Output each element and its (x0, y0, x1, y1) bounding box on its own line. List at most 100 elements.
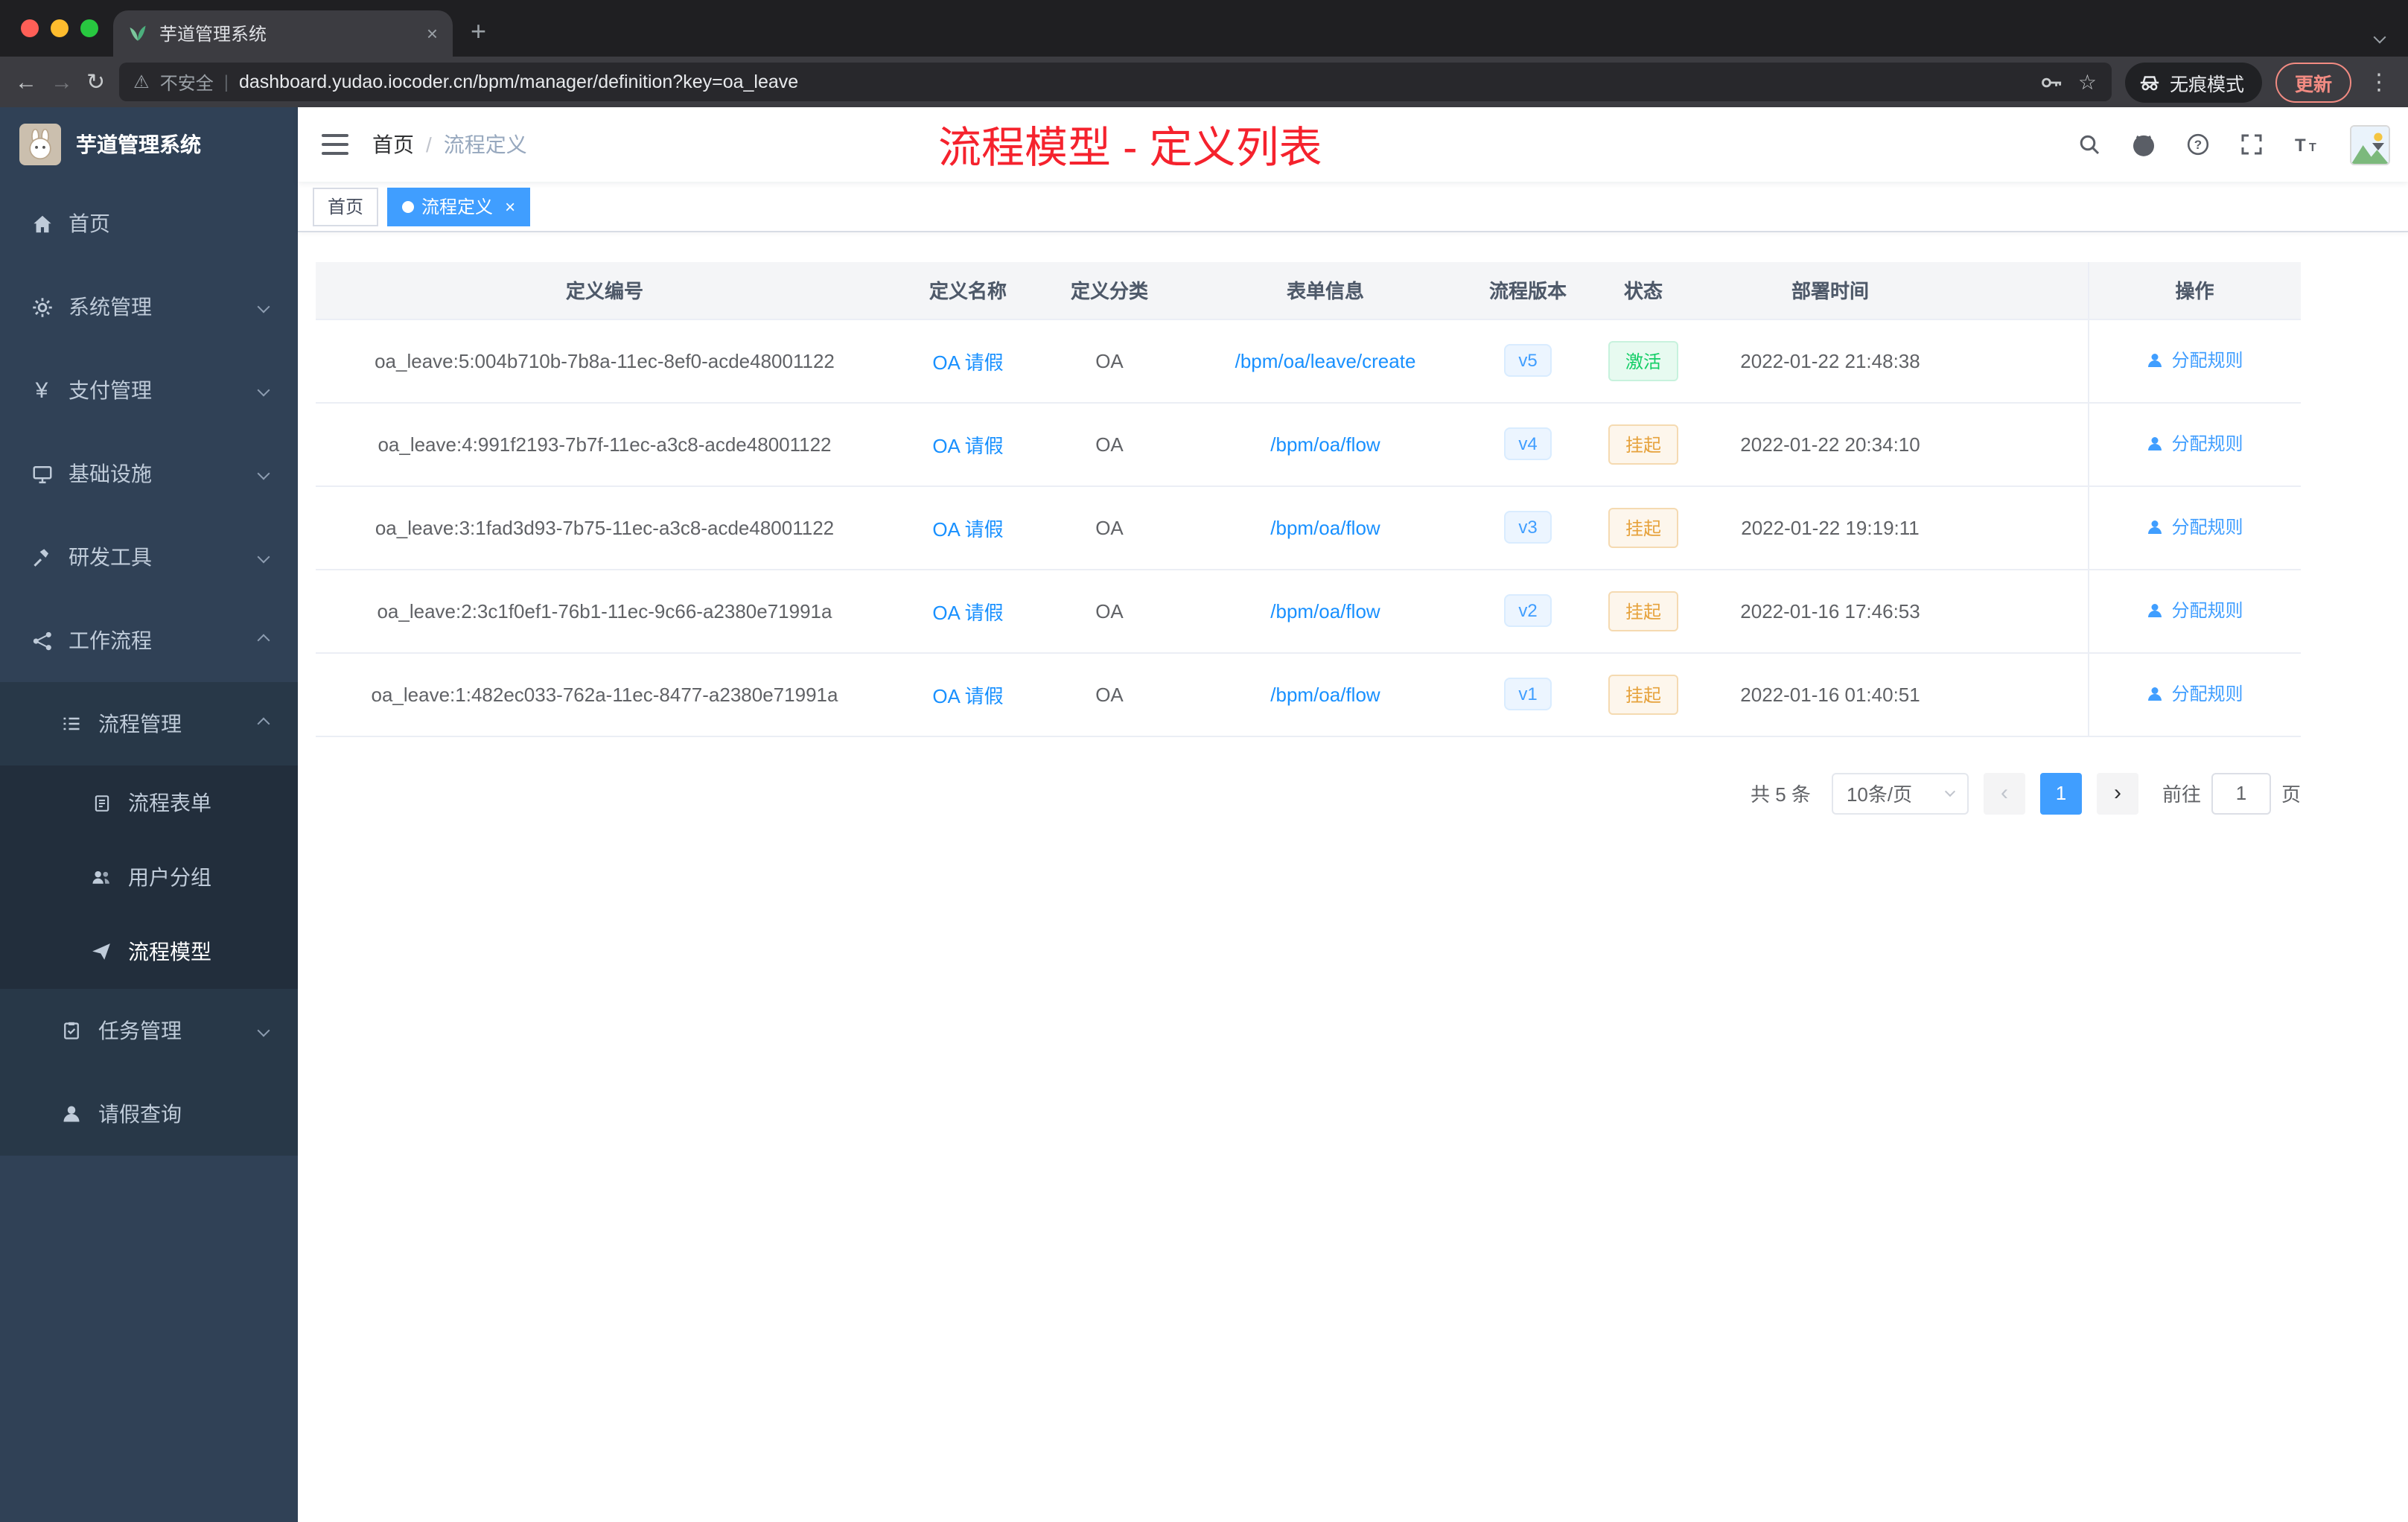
sidebar-item-label: 流程表单 (128, 791, 211, 815)
svg-text:?: ? (2194, 138, 2202, 152)
top-navbar: 首页 / 流程定义 流程模型 - 定义列表 ? T T (298, 107, 2408, 182)
definition-name-link[interactable]: OA 请假 (932, 434, 1003, 456)
tag-label: 流程定义 (421, 197, 494, 217)
search-icon[interactable] (2077, 133, 2101, 156)
chevron-down-icon (257, 383, 270, 397)
tag-process-definition[interactable]: 流程定义 × (387, 187, 531, 226)
sidebar-item-task-management[interactable]: 任务管理 (0, 989, 298, 1072)
next-page-button[interactable]: › (2096, 772, 2138, 814)
definition-name-link[interactable]: OA 请假 (932, 684, 1003, 707)
form-info-link[interactable]: /bpm/oa/flow (1270, 516, 1380, 538)
assign-rule-link[interactable]: 分配规则 (2146, 598, 2243, 623)
sidebar-item-process-model[interactable]: 流程模型 (0, 914, 298, 989)
version-badge: v4 (1503, 427, 1552, 460)
new-tab-button[interactable]: + (471, 18, 486, 45)
form-info-link[interactable]: /bpm/oa/flow (1270, 433, 1380, 455)
filler-cell (1955, 319, 2088, 403)
sidebar-item-user-group[interactable]: 用户分组 (0, 840, 298, 914)
definition-id-cell: oa_leave:1:482ec033-762a-11ec-8477-a2380… (316, 652, 894, 736)
key-icon[interactable] (2041, 71, 2063, 93)
assign-rule-link[interactable]: 分配规则 (2146, 348, 2243, 373)
deploy-time-cell: 2022-01-22 20:34:10 (1705, 402, 1955, 486)
assign-rule-link[interactable]: 分配规则 (2146, 515, 2243, 540)
sidebar-item-devtools[interactable]: 研发工具 (0, 515, 298, 599)
filler-cell (1955, 402, 2088, 486)
breadcrumb: 首页 / 流程定义 (372, 130, 527, 159)
help-icon[interactable]: ? (2186, 133, 2210, 156)
form-info-link[interactable]: /bpm/oa/leave/create (1235, 349, 1416, 372)
browser-menu-icon[interactable]: ⋮ (2368, 69, 2390, 95)
form-info-link[interactable]: /bpm/oa/flow (1270, 683, 1380, 705)
goto-page-input[interactable] (2211, 772, 2271, 814)
filler-cell (1955, 485, 2088, 570)
column-header: 操作 (2087, 262, 2301, 319)
close-window-button[interactable] (21, 19, 39, 37)
user-avatar[interactable] (2350, 124, 2390, 165)
breadcrumb-home-link[interactable]: 首页 (372, 130, 414, 159)
favicon-leaf-icon (128, 24, 147, 43)
definition-name-link[interactable]: OA 请假 (932, 351, 1003, 373)
assign-rule-link[interactable]: 分配规则 (2146, 681, 2243, 707)
column-header: 定义分类 (1042, 262, 1176, 319)
incognito-icon (2138, 71, 2161, 93)
sidebar-item-label: 流程模型 (128, 940, 211, 964)
warning-triangle-icon: ⚠ (133, 71, 150, 92)
tag-close-icon[interactable]: × (505, 196, 515, 217)
sidebar-item-system[interactable]: 系统管理 (0, 265, 298, 348)
chevron-down-icon (257, 300, 270, 313)
bookmark-star-icon[interactable]: ☆ (2078, 69, 2097, 95)
page-number-button[interactable]: 1 (2039, 772, 2082, 814)
annotation-text: 流程模型 - 定义列表 (938, 125, 1322, 173)
status-badge: 挂起 (1608, 507, 1678, 547)
minimize-window-button[interactable] (51, 19, 69, 37)
reload-button[interactable]: ↻ (86, 71, 105, 93)
sidebar-item-leave-query[interactable]: 请假查询 (0, 1072, 298, 1156)
page-size-value: 10条/页 (1846, 783, 1913, 806)
sidebar-item-process-form[interactable]: 流程表单 (0, 765, 298, 840)
definition-category-cell: OA (1042, 652, 1176, 736)
form-info-cell: /bpm/oa/flow (1176, 569, 1474, 653)
omnibox-divider: | (223, 71, 229, 92)
definition-name-link[interactable]: OA 请假 (932, 518, 1003, 540)
github-icon[interactable] (2131, 132, 2156, 157)
definition-id-cell: oa_leave:2:3c1f0ef1-76b1-11ec-9c66-a2380… (316, 569, 894, 653)
form-info-link[interactable]: /bpm/oa/flow (1270, 599, 1380, 622)
fullscreen-icon[interactable] (2240, 133, 2264, 156)
forward-button[interactable]: → (51, 71, 73, 93)
status-badge: 挂起 (1608, 674, 1678, 714)
active-tag-dot (402, 200, 415, 212)
tab-search-chevron-icon[interactable] (2373, 22, 2386, 49)
font-size-icon[interactable]: TT (2293, 133, 2320, 156)
sidebar-item-payment[interactable]: ¥ 支付管理 (0, 348, 298, 432)
version-cell: v2 (1474, 569, 1582, 653)
breadcrumb-separator: / (426, 133, 432, 156)
sidebar-item-workflow[interactable]: 工作流程 (0, 599, 298, 682)
operation-cell: 分配规则 (2087, 569, 2301, 653)
address-bar[interactable]: ⚠ 不安全 | dashboard.yudao.iocoder.cn/bpm/m… (118, 63, 2112, 101)
table-row: oa_leave:1:482ec033-762a-11ec-8477-a2380… (316, 652, 2301, 736)
tag-home[interactable]: 首页 (313, 187, 379, 226)
version-cell: v3 (1474, 485, 1582, 570)
sidebar-item-process-management[interactable]: 流程管理 (0, 682, 298, 765)
sidebar-item-label: 流程管理 (98, 712, 182, 736)
sidebar-item-infrastructure[interactable]: 基础设施 (0, 432, 298, 515)
sidebar-item-label: 系统管理 (69, 295, 152, 319)
deploy-time-cell: 2022-01-16 17:46:53 (1705, 569, 1955, 653)
form-info-cell: /bpm/oa/flow (1176, 485, 1474, 570)
sidebar-collapse-icon[interactable] (322, 134, 348, 155)
tab-close-icon[interactable]: × (427, 22, 438, 45)
maximize-window-button[interactable] (80, 19, 98, 37)
page-size-select[interactable]: 10条/页 (1831, 772, 1969, 814)
status-badge: 激活 (1608, 340, 1678, 380)
window-controls[interactable] (21, 19, 98, 37)
task-icon (60, 1019, 83, 1042)
prev-page-button[interactable]: ‹ (1983, 772, 2025, 814)
update-button[interactable]: 更新 (2275, 62, 2351, 102)
sidebar-item-home[interactable]: 首页 (0, 182, 298, 265)
assign-rule-link[interactable]: 分配规则 (2146, 431, 2243, 456)
browser-tab[interactable]: 芋道管理系统 × (113, 10, 453, 57)
operation-cell: 分配规则 (2087, 402, 2301, 486)
back-button[interactable]: ← (15, 71, 37, 93)
definition-category-cell: OA (1042, 319, 1176, 403)
definition-name-link[interactable]: OA 请假 (932, 601, 1003, 623)
